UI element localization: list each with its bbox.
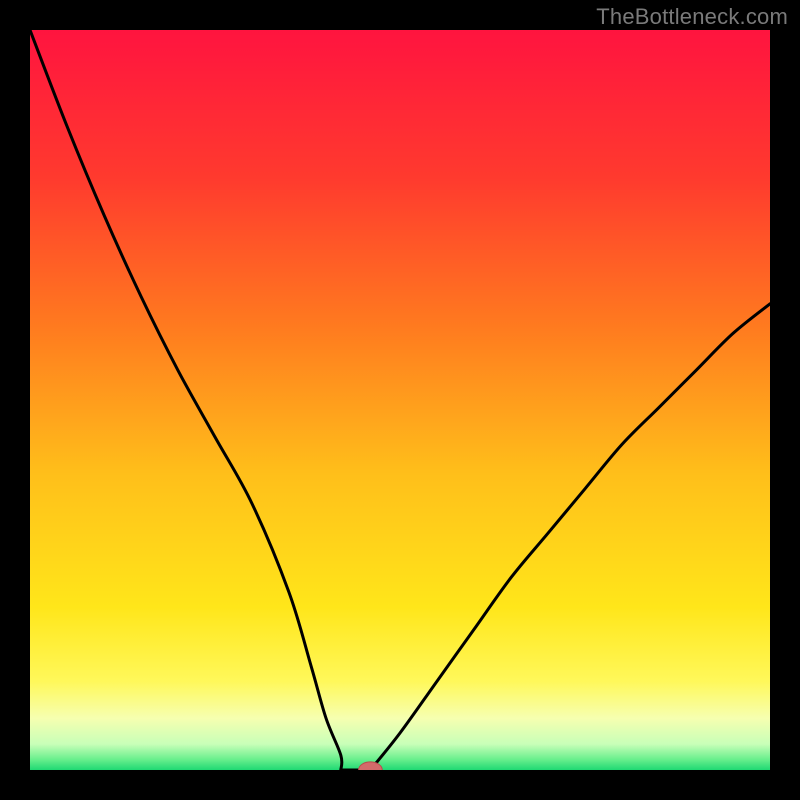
plot-background	[30, 30, 770, 770]
bottleneck-chart	[30, 30, 770, 770]
attribution-text: TheBottleneck.com	[596, 4, 788, 30]
chart-frame: TheBottleneck.com	[0, 0, 800, 800]
